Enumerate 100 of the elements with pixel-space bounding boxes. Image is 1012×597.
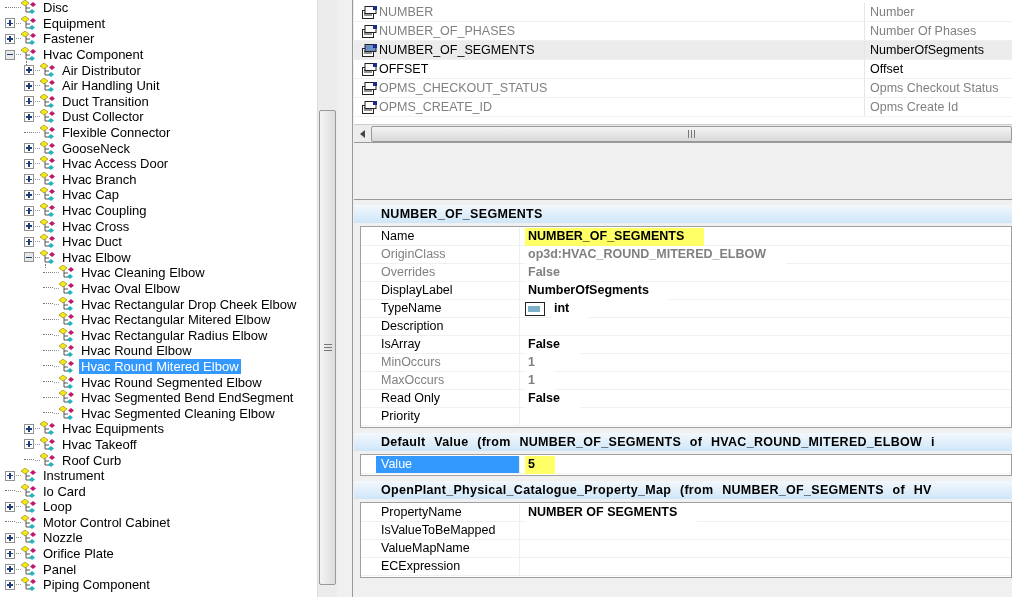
tree-item[interactable]: Hvac Cap — [60, 187, 122, 203]
tree-item[interactable]: Hvac Elbow — [60, 249, 133, 265]
tree-item[interactable]: Hvac Duct — [60, 234, 124, 250]
tree-item[interactable]: Hvac Branch — [60, 171, 139, 187]
property-icon — [362, 100, 377, 114]
tree-item[interactable]: Panel — [41, 561, 79, 577]
expand-toggle[interactable] — [5, 564, 15, 575]
tree-item[interactable]: Motor Control Cabinet — [41, 514, 173, 530]
class-hierarchy-icon — [21, 31, 38, 47]
tree-item[interactable]: Hvac Segmented Cleaning Elbow — [79, 405, 277, 421]
expand-toggle[interactable] — [24, 158, 34, 169]
expand-toggle[interactable] — [24, 423, 34, 434]
expand-toggle[interactable] — [24, 205, 34, 216]
property-label[interactable]: DisplayLabel — [376, 282, 520, 299]
type-icon — [525, 301, 545, 316]
tree-item[interactable]: Duct Transition — [60, 93, 151, 109]
expand-toggle[interactable] — [5, 501, 15, 512]
tree-item[interactable]: Piping Component — [41, 577, 152, 593]
section-header: Default Value (from NUMBER_OF_SEGMENTS of HVAC_ROUND_MITERED_ELBOW i — [354, 433, 1012, 451]
tree-item[interactable]: Hvac Segmented Bend EndSegment — [79, 390, 296, 406]
class-hierarchy-icon — [40, 109, 57, 125]
expand-toggle[interactable] — [5, 34, 15, 44]
property-row[interactable]: OFFSET Offset — [354, 60, 1012, 79]
tree-item[interactable]: Loop — [41, 499, 74, 515]
tree-item[interactable]: Io Card — [41, 483, 88, 499]
collapse-toggle[interactable] — [24, 252, 34, 263]
tree-item[interactable]: Hvac Equipments — [60, 421, 166, 437]
property-label[interactable]: Name — [376, 228, 520, 245]
class-hierarchy-icon — [21, 47, 38, 63]
property-icon — [362, 24, 377, 38]
tree-item[interactable]: Hvac Access Door — [60, 156, 171, 172]
tree-item[interactable]: Hvac Oval Elbow — [79, 281, 182, 296]
tree-item[interactable]: Dust Collector — [60, 109, 146, 125]
property-label[interactable]: PropertyName — [376, 504, 520, 521]
class-hierarchy-icon — [40, 436, 57, 452]
expand-toggle[interactable] — [24, 111, 34, 122]
tree-item[interactable]: Hvac Takeoff — [60, 436, 139, 452]
property-label[interactable]: TypeName — [376, 300, 520, 317]
expand-toggle[interactable] — [5, 579, 15, 590]
expand-toggle[interactable] — [24, 221, 34, 232]
class-hierarchy-icon — [21, 514, 38, 530]
property-label[interactable]: Read Only — [376, 390, 520, 407]
expand-toggle[interactable] — [24, 174, 34, 185]
tree-item[interactable]: Hvac Cleaning Elbow — [79, 265, 207, 281]
tree-item[interactable]: Air Handling Unit — [60, 78, 162, 94]
expand-toggle[interactable] — [24, 236, 34, 247]
class-hierarchy-icon — [59, 390, 76, 406]
grip-icon — [323, 344, 332, 351]
tree-item[interactable]: Hvac Rectangular Mitered Elbow — [79, 312, 273, 328]
expand-toggle[interactable] — [5, 533, 15, 543]
expand-toggle[interactable] — [24, 96, 34, 107]
tree-item[interactable]: Equipment — [41, 15, 108, 31]
tree-item[interactable]: Disc — [41, 0, 71, 16]
property-label[interactable]: IsValueToBeMapped — [376, 522, 520, 539]
tree-item[interactable]: Instrument — [41, 468, 107, 484]
property-label[interactable]: ValueMapName — [376, 540, 520, 557]
property-name: OPMS_CHECKOUT_STATUS — [379, 79, 548, 97]
tree-item[interactable]: Fastener — [41, 31, 97, 47]
tree-item[interactable]: Hvac Rectangular Drop Cheek Elbow — [79, 296, 299, 312]
property-label[interactable]: Priority — [376, 408, 520, 425]
section-header: OpenPlant_Physical_Catalogue_Property_Map (from NUMBER_OF_SEGMENTS of HV — [354, 481, 1012, 499]
display-label: Number Of Phases — [869, 22, 977, 40]
tree-item[interactable]: Hvac Cross — [60, 218, 132, 234]
tree-item[interactable]: Hvac Round Elbow — [79, 343, 194, 359]
expand-toggle[interactable] — [24, 143, 34, 154]
tree-item[interactable]: GooseNeck — [60, 140, 132, 156]
display-label: Opms Checkout Status — [869, 79, 999, 97]
display-label: Offset — [869, 60, 904, 78]
class-hierarchy-icon — [59, 327, 76, 343]
class-hierarchy-icon — [40, 140, 57, 156]
expand-toggle[interactable] — [5, 470, 15, 481]
tree-item[interactable]: Air Distributor — [60, 62, 143, 78]
tree-item[interactable]: Hvac Coupling — [60, 203, 149, 218]
scroll-thumb[interactable] — [319, 110, 336, 585]
property-icon — [362, 81, 377, 95]
tree-item[interactable]: Hvac Round Segmented Elbow — [79, 374, 264, 390]
scroll-left-arrow-icon[interactable] — [360, 129, 365, 138]
property-label[interactable]: IsArray — [376, 336, 520, 353]
property-row[interactable]: NUMBER_OF_SEGMENTS NumberOfSegments — [354, 41, 1012, 60]
property-label[interactable]: ECExpression — [376, 558, 520, 575]
class-hierarchy-icon — [59, 343, 76, 359]
tree-item[interactable]: Nozzle — [41, 530, 85, 546]
collapse-toggle[interactable] — [5, 49, 15, 60]
scrollbar[interactable] — [317, 0, 337, 597]
expand-toggle[interactable] — [5, 548, 15, 559]
expand-toggle[interactable] — [24, 65, 34, 76]
tree-item[interactable]: Hvac Component — [41, 47, 146, 63]
tree-item[interactable]: Flexible Connector — [60, 125, 173, 141]
expand-toggle[interactable] — [5, 18, 15, 29]
class-hierarchy-icon — [59, 312, 76, 328]
class-hierarchy-icon — [59, 374, 76, 390]
tree-item[interactable]: Orifice Plate — [41, 546, 116, 562]
class-hierarchy-icon — [21, 499, 38, 515]
expand-toggle[interactable] — [24, 80, 34, 91]
expand-toggle[interactable] — [24, 189, 34, 200]
expand-toggle[interactable] — [24, 439, 34, 450]
section-header: NUMBER_OF_SEGMENTS — [354, 205, 1012, 223]
tree-item[interactable]: Roof Curb — [60, 452, 124, 468]
property-label[interactable]: Description — [376, 318, 520, 335]
tree-item[interactable]: Hvac Rectangular Radius Elbow — [79, 327, 270, 343]
